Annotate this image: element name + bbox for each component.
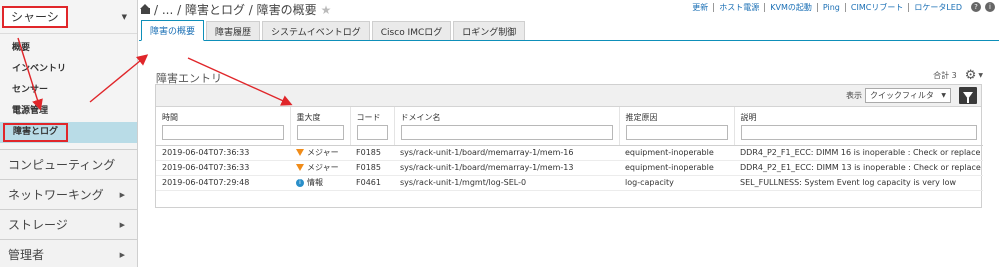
- ping-link[interactable]: Ping: [818, 2, 846, 12]
- breadcrumb-text: / ... / 障害とログ / 障害の概要: [154, 3, 317, 17]
- tab-bar: 障害の概要 障害履歴 システムイベントログ Cisco IMCログ ロギング制御: [139, 19, 999, 41]
- gear-icon[interactable]: ⚙: [965, 68, 977, 83]
- column-filter-input[interactable]: [356, 125, 388, 140]
- column-filter-input[interactable]: [162, 125, 284, 140]
- tab-cisco-imc-log[interactable]: Cisco IMCログ: [371, 21, 452, 40]
- chevron-down-icon: ▼: [121, 12, 127, 21]
- cell-description: SEL_FULLNESS: System Event log capacity …: [734, 175, 983, 191]
- column-header-cause[interactable]: 推定原因: [619, 107, 735, 146]
- sidebar: シャーシ ▼ 概要 インベントリ センサー 電源管理 障害とログ コンピューティ…: [0, 0, 138, 267]
- help-icon[interactable]: ?: [971, 2, 981, 12]
- sidebar-item-chassis[interactable]: シャーシ ▼: [0, 0, 137, 34]
- quick-filter-select[interactable]: クイックフィルタ ▼: [865, 88, 951, 103]
- cell-cause: equipment-inoperable: [619, 145, 734, 161]
- filter-icon: [963, 92, 973, 103]
- host-power-link[interactable]: ホスト電源: [714, 2, 766, 12]
- tab-fault-summary[interactable]: 障害の概要: [141, 20, 205, 41]
- tab-logging-controls[interactable]: ロギング制御: [453, 21, 526, 40]
- panel-tools: 合計 3 ⚙ ▼: [933, 68, 983, 83]
- column-header-severity[interactable]: 重大度: [290, 107, 351, 146]
- column-header-time[interactable]: 時間: [156, 107, 291, 146]
- column-header-code[interactable]: コード: [350, 107, 395, 146]
- home-icon[interactable]: [140, 4, 150, 14]
- column-filter-input[interactable]: [400, 125, 613, 140]
- sidebar-item-faults-logs[interactable]: 障害とログ: [0, 122, 137, 143]
- cell-severity: メジャー: [290, 145, 350, 161]
- chevron-down-icon[interactable]: ▼: [978, 72, 983, 79]
- sidebar-item-power[interactable]: 電源管理: [0, 101, 137, 122]
- tab-fault-history[interactable]: 障害履歴: [206, 21, 261, 40]
- sidebar-item-compute[interactable]: コンピューティング: [0, 149, 137, 179]
- column-filter-input[interactable]: [296, 125, 344, 140]
- chevron-down-icon: ▼: [941, 92, 946, 99]
- cell-code: F0185: [350, 160, 394, 176]
- cell-time: 2019-06-04T07:29:48: [156, 175, 290, 191]
- cell-time: 2019-06-04T07:36:33: [156, 145, 290, 161]
- cell-severity: メジャー: [290, 160, 350, 176]
- table-header-row: 時間 重大度 コード ドメイン名 推定原因 説明: [156, 107, 983, 146]
- sidebar-item-label: シャーシ: [2, 5, 68, 28]
- cell-description: DDR4_P2_E1_ECC: DIMM 13 is inoperable : …: [734, 160, 983, 176]
- sidebar-item-label: ストレージ: [8, 218, 68, 232]
- filter-button[interactable]: [959, 87, 977, 104]
- column-filter-input[interactable]: [740, 125, 977, 140]
- column-header-description[interactable]: 説明: [734, 107, 983, 146]
- sidebar-item-networking[interactable]: ネットワーキング ▶: [0, 179, 137, 209]
- cell-domain: sys/rack-unit-1/board/memarray-1/mem-16: [394, 145, 619, 161]
- warning-icon: [296, 149, 304, 156]
- sidebar-item-label: 障害とログ: [3, 123, 69, 142]
- sidebar-item-summary[interactable]: 概要: [0, 38, 137, 59]
- sidebar-item-admin[interactable]: 管理者 ▶: [0, 239, 137, 267]
- tab-system-event-log[interactable]: システムイベントログ: [262, 21, 370, 40]
- locator-led-link[interactable]: ロケータLED: [909, 3, 967, 12]
- cell-time: 2019-06-04T07:36:33: [156, 160, 290, 176]
- refresh-link[interactable]: 更新: [687, 2, 715, 12]
- column-header-domain[interactable]: ドメイン名: [394, 107, 620, 146]
- sidebar-subnav: 概要 インベントリ センサー 電源管理 障害とログ: [0, 34, 137, 143]
- chevron-right-icon: ▶: [119, 190, 125, 199]
- filter-label: 表示: [846, 91, 862, 100]
- cimc-reboot-link[interactable]: CIMCリブート: [846, 2, 910, 12]
- fault-table: 時間 重大度 コード ドメイン名 推定原因 説明 2019-06-04T07:3…: [156, 107, 983, 191]
- fault-table-panel: 表示 クイックフィルタ ▼ 時間 重大度 コード ドメイン名 推定原因 説明 2…: [155, 84, 983, 208]
- table-row[interactable]: 2019-06-04T07:29:48 i 情報 F0461 sys/rack-u…: [156, 175, 983, 191]
- sidebar-item-label: 管理者: [8, 248, 45, 262]
- sidebar-item-label: コンピューティング: [8, 158, 116, 172]
- launch-kvm-link[interactable]: KVMの起動: [765, 2, 818, 12]
- header: / ... / 障害とログ / 障害の概要 ★ 更新 ホスト電源 KVMの起動 …: [139, 0, 999, 18]
- cell-code: F0461: [350, 175, 394, 191]
- table-row[interactable]: 2019-06-04T07:36:33 メジャー F0185 sys/rack-…: [156, 160, 983, 176]
- total-count: 合計 3: [933, 71, 957, 80]
- cell-domain: sys/rack-unit-1/mgmt/log-SEL-0: [394, 175, 619, 191]
- sidebar-item-label: ネットワーキング: [8, 188, 104, 202]
- cell-severity: i 情報: [290, 175, 350, 191]
- filter-bar: 表示 クイックフィルタ ▼: [156, 85, 981, 107]
- sidebar-item-inventory[interactable]: インベントリ: [0, 59, 137, 80]
- info-icon: i: [296, 178, 304, 187]
- chevron-right-icon: ▶: [119, 250, 125, 259]
- cell-cause: log-capacity: [619, 175, 734, 191]
- cell-description: DDR4_P2_F1_ECC: DIMM 16 is inoperable : …: [734, 145, 983, 161]
- cell-domain: sys/rack-unit-1/board/memarray-1/mem-13: [394, 160, 619, 176]
- warning-icon: [296, 164, 304, 171]
- header-links: 更新 ホスト電源 KVMの起動 Ping CIMCリブート ロケータLED ? …: [687, 2, 995, 12]
- column-filter-input[interactable]: [625, 125, 728, 140]
- star-icon[interactable]: ★: [321, 3, 332, 17]
- cell-code: F0185: [350, 145, 394, 161]
- sidebar-item-storage[interactable]: ストレージ ▶: [0, 209, 137, 239]
- info-icon[interactable]: i: [985, 2, 995, 12]
- breadcrumb: / ... / 障害とログ / 障害の概要 ★: [140, 1, 332, 18]
- table-row[interactable]: 2019-06-04T07:36:33 メジャー F0185 sys/rack-…: [156, 145, 983, 161]
- quick-filter-value: クイックフィルタ: [870, 91, 934, 100]
- chevron-right-icon: ▶: [119, 220, 125, 229]
- cell-cause: equipment-inoperable: [619, 160, 734, 176]
- sidebar-item-sensors[interactable]: センサー: [0, 80, 137, 101]
